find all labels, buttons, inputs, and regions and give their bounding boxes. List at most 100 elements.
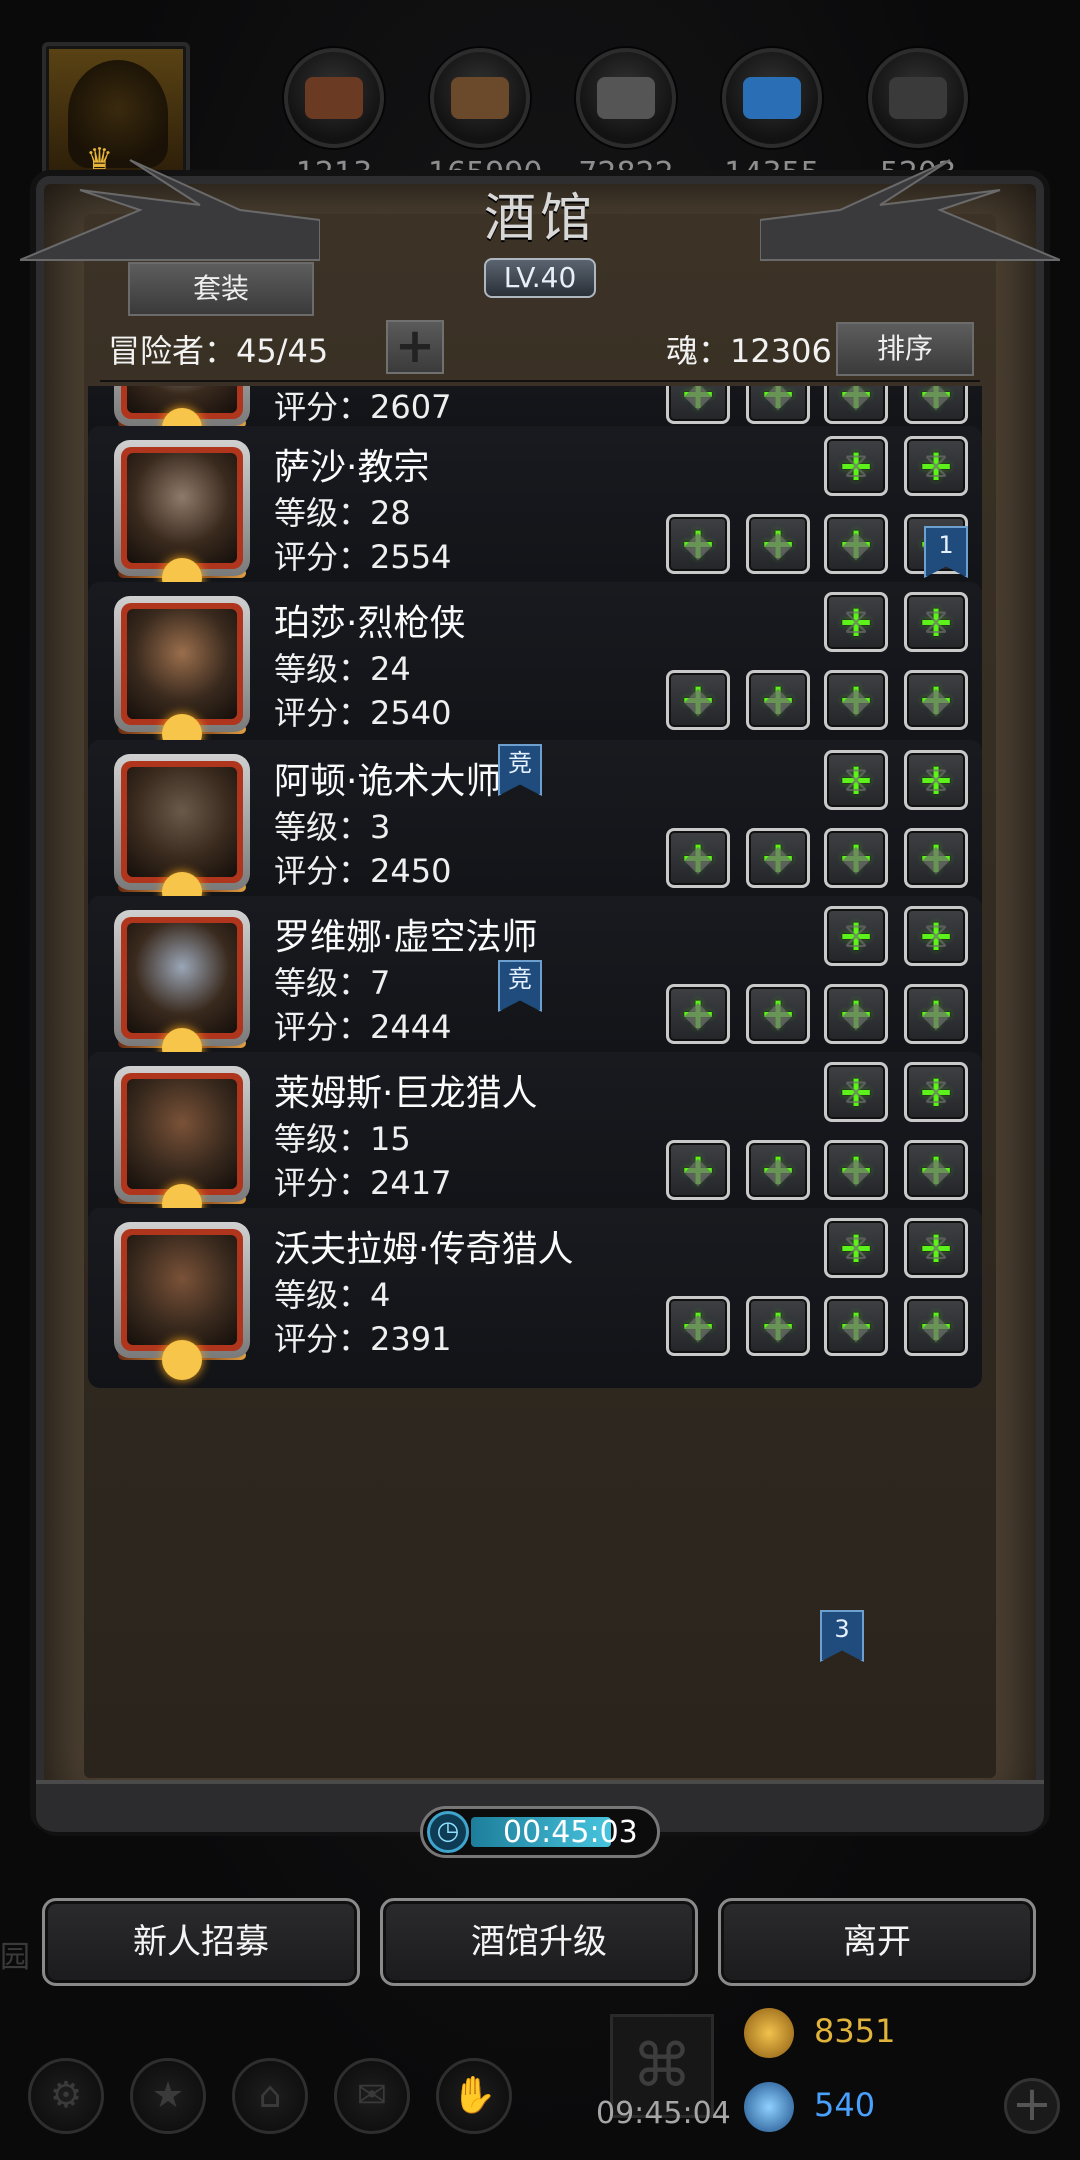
equipment-slot-button[interactable]: ◆+ <box>904 1140 968 1200</box>
guild-icon[interactable]: ⌂ <box>232 2058 308 2134</box>
hourglass-icon: ⧖ <box>923 1071 949 1112</box>
ring-icon: ◆ <box>842 837 870 879</box>
equipment-slot-button[interactable]: ◆+ <box>666 514 730 574</box>
hero-name: 珀莎·烈枪侠 <box>274 603 466 644</box>
recruit-button[interactable]: 新人招募 <box>42 1898 360 1986</box>
hourglass-icon: ⧖ <box>843 759 869 800</box>
hero-face <box>127 609 237 719</box>
upgrade-tavern-button[interactable]: 酒馆升级 <box>380 1898 698 1986</box>
skill-slot-button[interactable]: ⧖ + <box>824 906 888 966</box>
mail-icon[interactable]: ✉ <box>334 2058 410 2134</box>
hourglass-icon: ⧖ <box>843 1071 869 1112</box>
equipment-slot-button[interactable]: ◆+ <box>746 984 810 1044</box>
hero-name: 萨沙·教宗 <box>274 447 430 488</box>
ring-icon: ◆ <box>842 993 870 1035</box>
hero-face <box>127 923 237 1033</box>
crescent-moon-icon <box>162 1340 202 1380</box>
hero-portrait[interactable] <box>114 1222 250 1380</box>
crystal-icon <box>722 48 822 148</box>
add-slot-button[interactable]: + <box>386 320 444 374</box>
suit-button[interactable]: 套装 <box>128 262 314 316</box>
hourglass-icon: ⧖ <box>923 1227 949 1268</box>
portrait-frame <box>114 910 250 1046</box>
skill-slot-button[interactable]: ⧖ + <box>824 1062 888 1122</box>
skill-slot-button[interactable]: ⧖ + <box>824 436 888 496</box>
wood-icon <box>430 48 530 148</box>
skill-slot-button[interactable]: ⧖ + <box>904 906 968 966</box>
sort-button[interactable]: 排序 <box>836 322 974 376</box>
hero-portrait[interactable] <box>114 754 250 912</box>
portrait-border <box>121 603 243 725</box>
hero-level: 等级：24 <box>274 650 411 688</box>
equipment-slot-button[interactable]: ◆+ <box>666 1296 730 1356</box>
skill-slot-button[interactable]: ⧖ + <box>904 436 968 496</box>
portrait-border <box>121 1229 243 1351</box>
hero-level: 等级：4 <box>274 1276 391 1314</box>
hero-score: 评分：2540 <box>274 694 452 732</box>
hero-portrait[interactable] <box>114 440 250 598</box>
equipment-slot-button[interactable]: ◆+ <box>904 670 968 730</box>
equipment-slot-button[interactable]: ◆+ <box>904 1296 968 1356</box>
hero-list[interactable]: 迪德鲁斯·神官骑士 等级：18 评分：2607 ⧖+⧖+◆+◆+◆+◆+ 萨沙·… <box>86 386 996 1782</box>
ring-icon: ◆ <box>842 679 870 721</box>
hero-card[interactable]: 珀莎·烈枪侠 等级：24 评分：2540 ⧖ + ⧖ + ◆ + ◆ + ◆ + ◆ + <box>88 582 982 762</box>
equipment-slot-button[interactable]: ◆+ <box>904 984 968 1044</box>
equipment-slot-button[interactable]: ◆+ <box>666 984 730 1044</box>
hero-face <box>127 1079 237 1189</box>
equipment-slot-button[interactable]: ◆+ <box>746 828 810 888</box>
equipment-slot-button[interactable]: ◆+ <box>824 386 888 424</box>
hero-portrait[interactable] <box>114 1066 250 1224</box>
skill-slot-button[interactable]: ⧖ + <box>824 592 888 652</box>
equipment-slot-button[interactable]: ◆+ <box>824 514 888 574</box>
equipment-slot-button[interactable]: ◆+ <box>666 1140 730 1200</box>
equipment-slot-button[interactable]: ◆+ <box>824 670 888 730</box>
skill-slot-button[interactable]: ⧖ + <box>824 750 888 810</box>
hero-card[interactable]: 沃夫拉姆·传奇猎人 等级：4 评分：2391 ⧖ + ⧖ + ◆ + ◆ + ◆ + ◆ + <box>88 1208 982 1388</box>
skill-slot-button[interactable]: ⧖ + <box>904 592 968 652</box>
equipment-slot-button[interactable]: ◆+ <box>824 984 888 1044</box>
equipment-slot-button[interactable]: ◆+ <box>904 386 968 424</box>
add-currency-button[interactable]: + <box>1004 2078 1060 2134</box>
resource-iron[interactable]: 72822 <box>574 48 678 191</box>
portrait-border <box>121 761 243 883</box>
equipment-slot-button[interactable]: ◆+ <box>824 1296 888 1356</box>
gold-value: 8351 <box>814 2012 896 2050</box>
hero-card[interactable]: 萨沙·教宗 等级：28 评分：2554 ⧖+⧖+◆+◆+◆+◆+ <box>88 426 982 606</box>
handshake-icon[interactable]: ✋ <box>436 2058 512 2134</box>
equipment-slot-button[interactable]: ◆+ <box>746 1296 810 1356</box>
equipment-slot-button[interactable]: ◆+ <box>746 670 810 730</box>
equipment-slot-button[interactable]: ◆+ <box>666 828 730 888</box>
ring-icon: ◆ <box>842 1305 870 1347</box>
hero-name: 沃夫拉姆·传奇猎人 <box>274 1229 574 1270</box>
skill-slot-button[interactable]: ⧖ + <box>904 750 968 810</box>
hero-name: 阿顿·诡术大师 <box>274 761 502 802</box>
resource-wood[interactable]: 165990 <box>428 48 543 191</box>
equipment-slot-button[interactable]: ◆+ <box>746 1140 810 1200</box>
achievements-icon[interactable]: ★ <box>130 2058 206 2134</box>
hero-portrait[interactable] <box>114 596 250 754</box>
hero-portrait[interactable] <box>114 910 250 1068</box>
equipment-slot-button[interactable]: ◆+ <box>824 1140 888 1200</box>
tavern-level-badge: LV.40 <box>484 258 596 298</box>
skill-slot-button[interactable]: ⧖ + <box>904 1218 968 1278</box>
hero-name: 莱姆斯·巨龙猎人 <box>274 1073 538 1114</box>
armor-icon: ◆ <box>764 1149 792 1191</box>
equipment-slot-button[interactable]: ◆+ <box>746 514 810 574</box>
hero-face <box>127 767 237 877</box>
hero-card[interactable]: 莱姆斯·巨龙猎人 等级：15 评分：2417 ⧖ + ⧖ + ◆ + ◆ + ◆ + ◆ + <box>88 1052 982 1232</box>
settings-icon[interactable]: ⚙ <box>28 2058 104 2134</box>
armor-icon: ◆ <box>764 993 792 1035</box>
skill-slot-button[interactable]: ⧖ + <box>904 1062 968 1122</box>
leave-button[interactable]: 离开 <box>718 1898 1036 1986</box>
header-divider <box>100 380 980 382</box>
equipment-slot-button[interactable]: ◆+ <box>746 386 810 424</box>
equipment-slot-button[interactable]: ◆+ <box>666 386 730 424</box>
equipment-slot-button[interactable]: ◆+ <box>824 828 888 888</box>
refresh-timer: ◷ 00:45:03 <box>420 1806 660 1858</box>
amulet-icon: ◆ <box>922 386 950 415</box>
portrait-frame <box>114 1222 250 1358</box>
equipment-slot-button[interactable]: ◆+ <box>904 828 968 888</box>
equipment-slot-button[interactable]: ◆+ <box>666 670 730 730</box>
armor-icon: ◆ <box>764 679 792 721</box>
skill-slot-button[interactable]: ⧖ + <box>824 1218 888 1278</box>
